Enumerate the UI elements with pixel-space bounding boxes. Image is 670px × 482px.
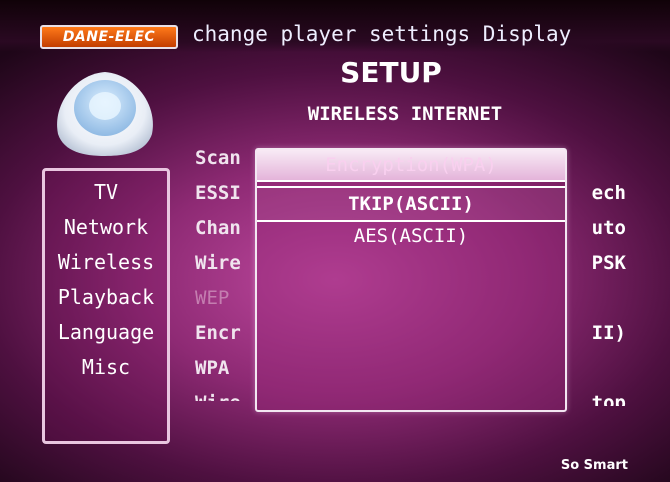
setting-value: PSK [591, 252, 626, 274]
help-text: change player settings Display [192, 22, 572, 46]
sidebar-item-network[interactable]: Network [45, 210, 167, 245]
sidebar-item-playback[interactable]: Playback [45, 280, 167, 315]
setting-wireless-mode[interactable]: Wire [195, 246, 257, 281]
setting-encryption[interactable]: Encr [195, 316, 257, 351]
setting-wireless-connect[interactable]: Wire [195, 386, 257, 401]
setting-essid[interactable]: ESSI [195, 176, 257, 211]
brand-tagline: So Smart [560, 458, 628, 473]
wireless-settings-list: Scan ESSI Chan Wire WEP Encr WPA Wire [195, 141, 257, 401]
dropdown-header: Encryption(WPA) [257, 150, 565, 182]
sidebar-item-tv[interactable]: TV [45, 175, 167, 210]
sidebar-item-misc[interactable]: Misc [45, 350, 167, 385]
setting-wep: WEP [195, 287, 230, 309]
sidebar-item-wireless[interactable]: Wireless [45, 245, 167, 280]
setting-value: top [591, 392, 626, 406]
setting-channel[interactable]: Chan [195, 211, 257, 246]
setting-value: uto [591, 217, 626, 239]
option-aes-ascii[interactable]: AES(ASCII) [257, 220, 565, 252]
setting-wpa-key[interactable]: WPA [195, 351, 257, 386]
sidebar-item-language[interactable]: Language [45, 315, 167, 350]
option-tkip-ascii[interactable]: TKIP(ASCII) [257, 186, 565, 222]
settings-category-menu: TV Network Wireless Playback Language Mi… [42, 168, 170, 444]
setup-disc-icon [57, 72, 153, 156]
page-title: SETUP [340, 56, 442, 89]
setting-scan[interactable]: Scan [195, 141, 257, 176]
encryption-dropdown: Encryption(WPA) TKIP(ASCII) AES(ASCII) [255, 148, 567, 412]
brand-logo: DANE-ELEC [40, 25, 178, 49]
setting-value: ech [591, 182, 626, 204]
setting-value: II) [591, 322, 626, 344]
settings-values-column: ech uto PSK II) top [566, 176, 626, 406]
section-title: WIRELESS INTERNET [307, 103, 503, 125]
setup-screen: DANE-ELEC change player settings Display… [0, 0, 670, 482]
